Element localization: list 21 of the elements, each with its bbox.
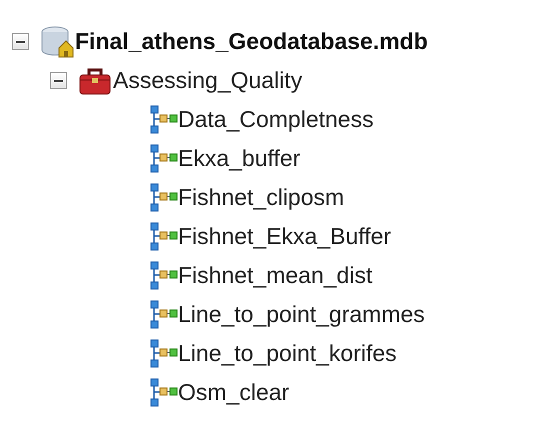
- tree-item-label[interactable]: Line_to_point_korifes: [178, 336, 397, 371]
- collapse-icon[interactable]: [12, 33, 29, 50]
- model-icon: [150, 338, 178, 368]
- tree-item-label[interactable]: Final_athens_Geodatabase.mdb: [75, 24, 428, 59]
- tree-item-label[interactable]: Data_Completness: [178, 102, 374, 137]
- model-icon: [150, 378, 178, 408]
- model-icon: [150, 144, 178, 174]
- model-icon: [150, 222, 178, 252]
- tree-item-label[interactable]: Osm_clear: [178, 375, 290, 410]
- tree-item-label[interactable]: Ekxa_buffer: [178, 141, 300, 176]
- tree-item-label[interactable]: Fishnet_Ekxa_Buffer: [178, 219, 392, 254]
- collapse-icon[interactable]: [50, 72, 67, 89]
- model-icon: [150, 300, 178, 330]
- tree-item-label[interactable]: Line_to_point_grammes: [178, 297, 425, 332]
- tree-item-label[interactable]: Fishnet_mean_dist: [178, 258, 372, 293]
- model-icon: [150, 260, 178, 290]
- tree-item-label[interactable]: Fishnet_cliposm: [178, 180, 344, 215]
- model-icon: [150, 182, 178, 212]
- tree-item-label[interactable]: Assessing_Quality: [113, 63, 302, 98]
- database-icon: [39, 26, 75, 58]
- model-icon: [150, 104, 178, 134]
